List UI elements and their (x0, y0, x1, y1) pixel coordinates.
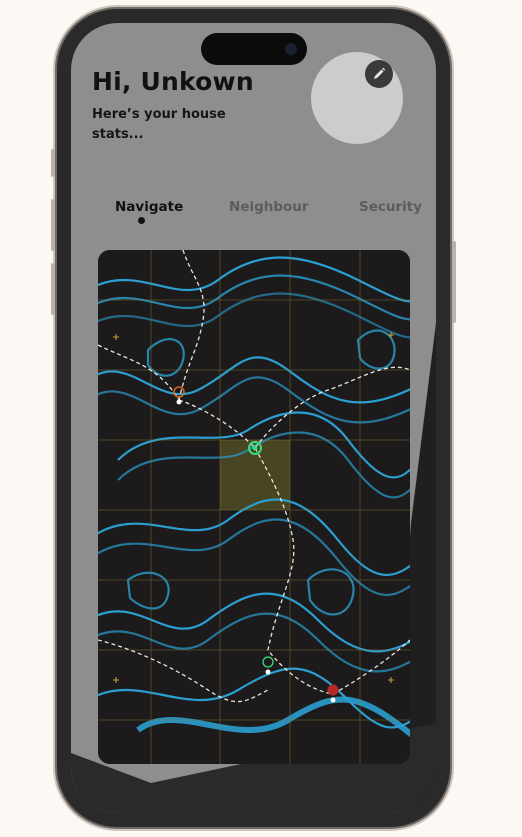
camera-icon (285, 43, 297, 55)
edit-profile-button[interactable] (365, 60, 393, 88)
topographic-map[interactable] (98, 250, 410, 764)
power-button (452, 241, 456, 323)
active-tab-indicator (138, 217, 145, 224)
silent-switch (51, 149, 55, 177)
volume-down-button (51, 263, 55, 315)
danger-marker (327, 684, 339, 696)
house-stats-subtitle: Here’s your house stats... (92, 107, 226, 142)
app-screen: Hi, Unkown Here’s your house stats... Na… (71, 23, 436, 813)
volume-up-button (51, 199, 55, 251)
map-canvas (98, 250, 410, 764)
tab-bar: Navigate Neighbour Security (71, 199, 436, 239)
phone-frame: Hi, Unkown Here’s your house stats... Na… (51, 9, 456, 827)
pencil-icon (374, 67, 386, 79)
dynamic-island (201, 33, 307, 65)
tab-security[interactable]: Security (359, 199, 422, 215)
tab-neighbour[interactable]: Neighbour (229, 199, 309, 215)
greeting-title: Hi, Unkown (92, 67, 254, 96)
tab-navigate[interactable]: Navigate (115, 199, 183, 215)
